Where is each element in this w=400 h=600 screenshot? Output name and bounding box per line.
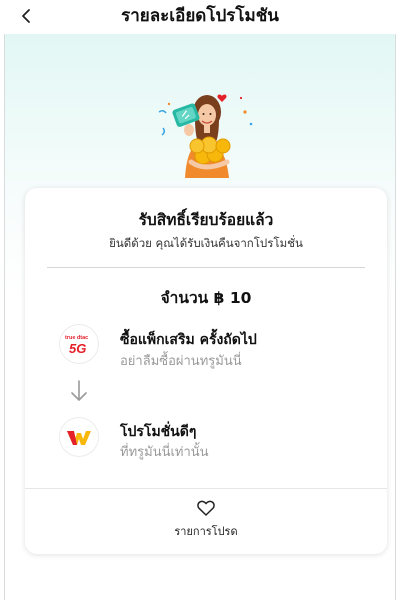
favorite-button[interactable]: รายการโปรด — [156, 500, 256, 544]
back-button[interactable] — [14, 3, 40, 29]
card-subtitle: ยินดีด้วย คุณได้รับเงินคืนจากโปรโมชั่น — [109, 236, 303, 250]
card-title: รับสิทธิ์เรียบร้อยแล้ว — [138, 211, 274, 229]
divider — [47, 267, 365, 268]
page-title: รายละเอียดโปรโมชัน — [121, 5, 279, 26]
content-area: รับสิทธิ์เรียบร้อยแล้ว ยินดีด้วย คุณได้ร… — [4, 34, 396, 600]
favorite-label: รายการโปรด — [174, 525, 238, 538]
svg-text:5G: 5G — [69, 341, 86, 356]
step-subtitle-buy-package: อย่าลืมซื้อผ่านทรูมันนี่ — [120, 354, 242, 369]
step-title-buy-package: ซื้อแพ็กเสริม ครั้งถัดไป — [120, 332, 257, 348]
cashback-amount: จำนวน ฿ 10 — [160, 289, 252, 307]
footer-divider — [25, 488, 387, 489]
step-subtitle-promotions: ที่ทรูมันนี่เท่านั้น — [120, 445, 209, 460]
heart-icon — [197, 500, 215, 516]
truedtac-5g-logo: true dtac 5G — [60, 325, 98, 363]
arrow-down-icon — [71, 380, 87, 401]
truemoney-logo — [60, 418, 98, 456]
promotion-card: รับสิทธิ์เรียบร้อยแล้ว ยินดีด้วย คุณได้ร… — [25, 188, 387, 554]
truemoney-w-icon — [67, 431, 91, 445]
cashback-illustration — [158, 94, 253, 178]
chevron-left-icon — [22, 9, 30, 23]
step-title-promotions: โปรโมชั่นดีๆ — [120, 424, 197, 440]
5g-icon: true dtac 5G — [65, 335, 88, 356]
top-bar: รายละเอียดโปรโมชัน — [0, 0, 400, 34]
